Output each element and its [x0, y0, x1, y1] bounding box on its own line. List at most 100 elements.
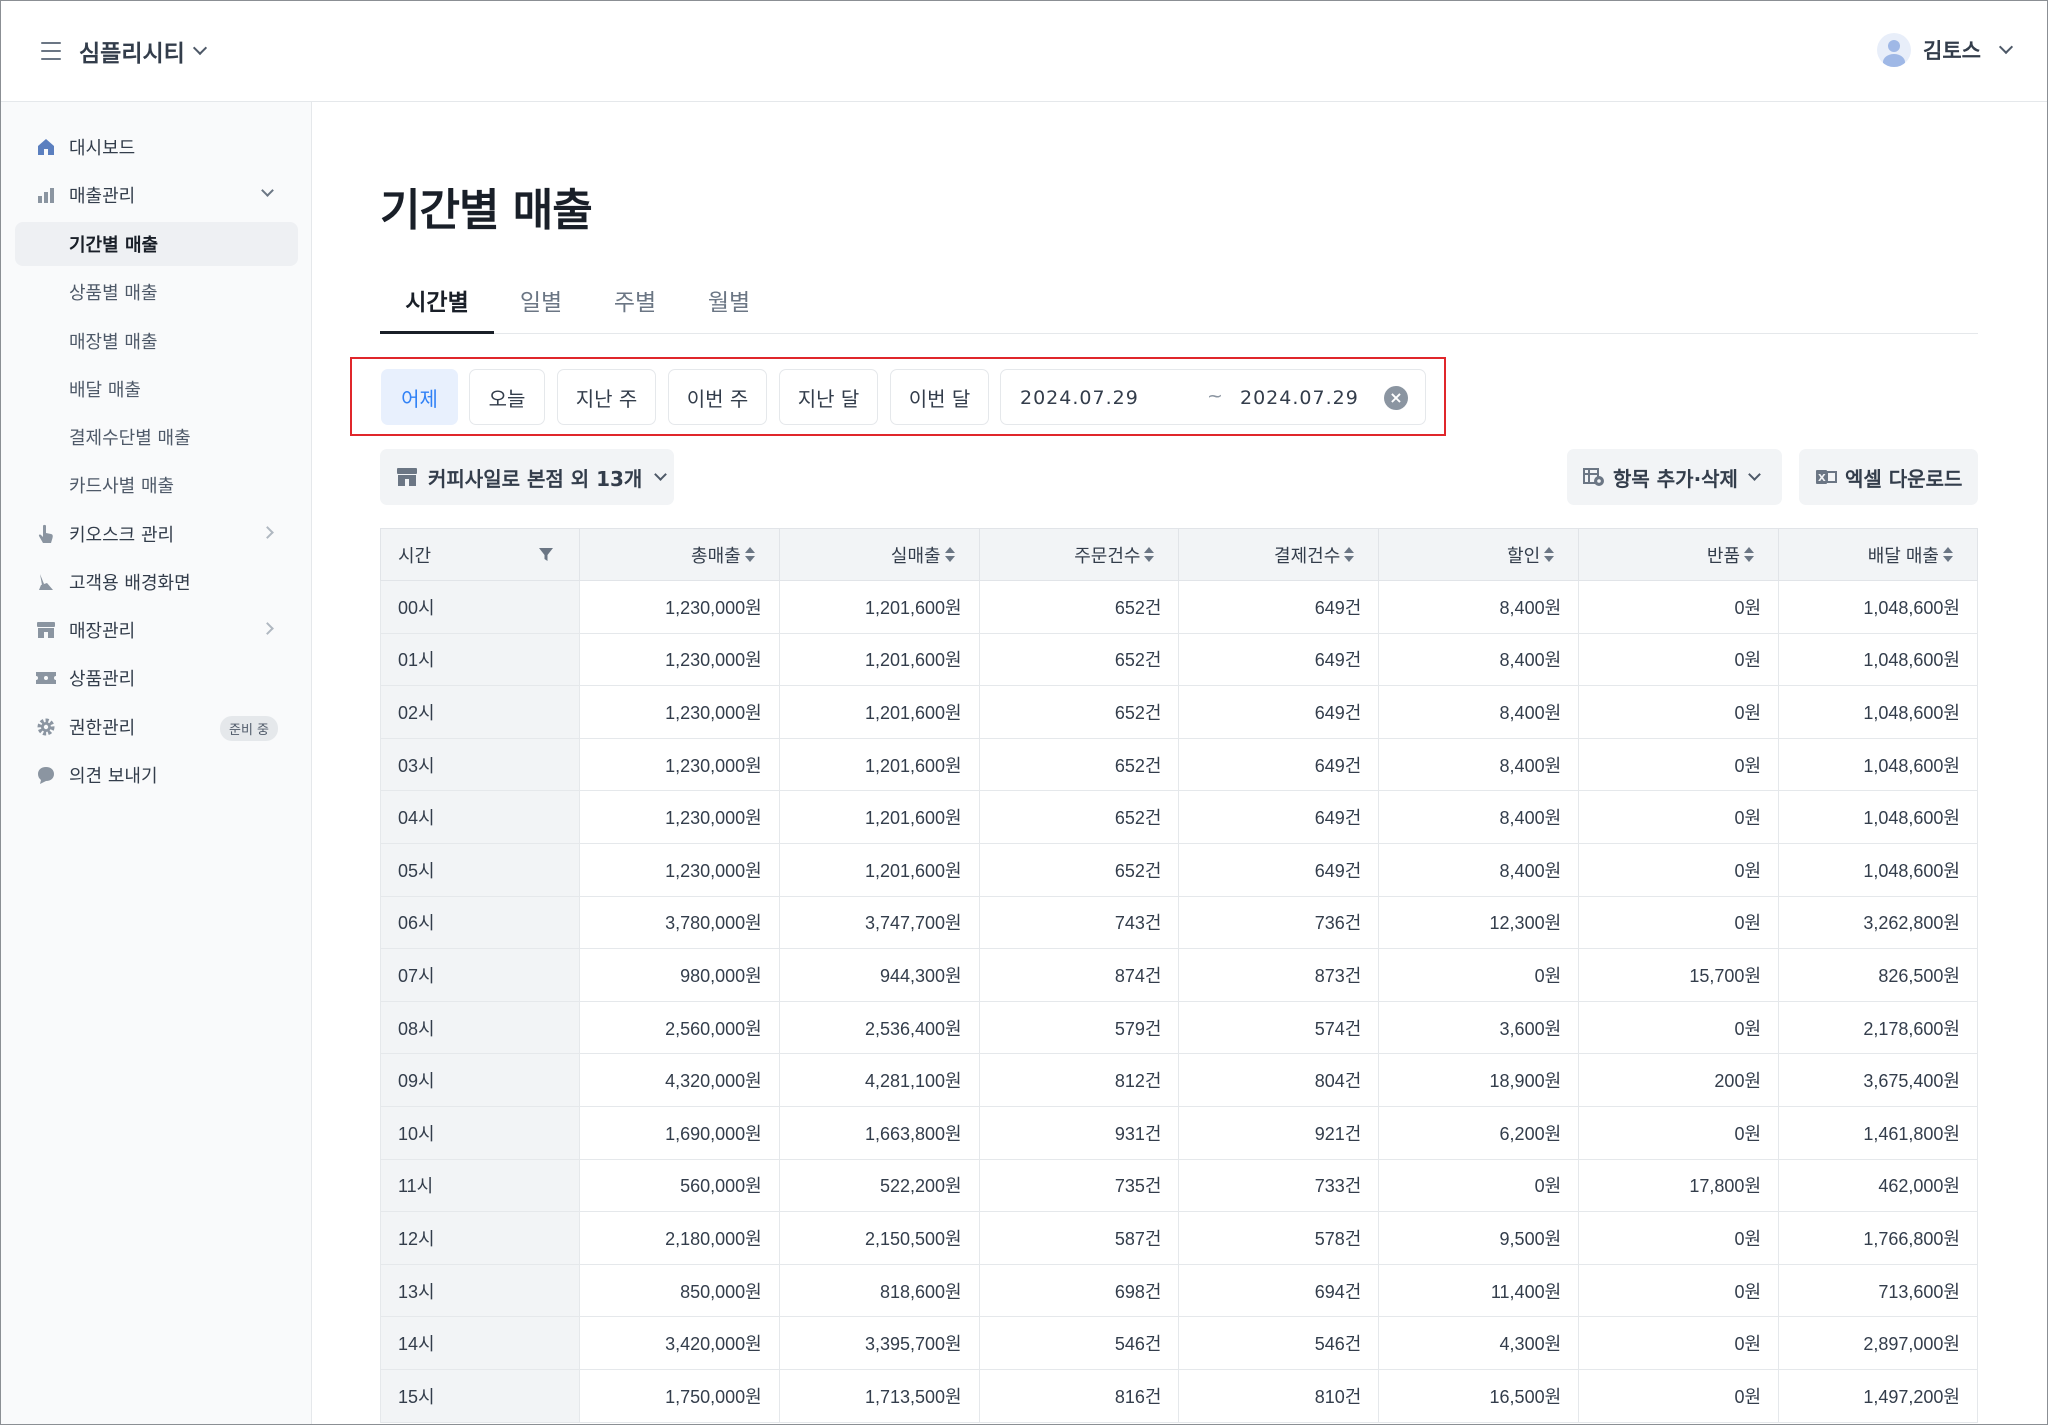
payments-cell: 546건 — [1178, 1316, 1380, 1370]
store-icon — [396, 467, 418, 487]
total-sales-cell: 1,230,000원 — [578, 737, 780, 792]
sidebar-item-label: 카드사별 매출 — [69, 476, 175, 497]
brush-icon — [35, 571, 57, 593]
returns-cell: 0원 — [1578, 685, 1780, 739]
orders-cell: 652건 — [978, 632, 1180, 687]
returns-cell: 200원 — [1578, 1053, 1780, 1107]
date-from[interactable]: 2024.07.29 — [1020, 387, 1139, 409]
payments-cell: 733건 — [1178, 1158, 1380, 1213]
returns-cell: 15,700원 — [1578, 948, 1780, 1002]
sort-icon[interactable] — [1744, 547, 1755, 563]
discount-cell: 3,600원 — [1378, 1000, 1580, 1055]
column-header-net-sales[interactable]: 실매출 — [778, 528, 980, 581]
total-sales-cell: 850,000원 — [578, 1263, 780, 1318]
time-cell: 01시 — [380, 632, 580, 687]
sort-icon[interactable] — [1943, 547, 1953, 563]
store-switcher[interactable]: 심플리시티 — [79, 34, 207, 68]
time-cell: 05시 — [380, 842, 580, 897]
sort-icon[interactable] — [1344, 547, 1355, 563]
discount-cell: 8,400원 — [1378, 737, 1580, 792]
orders-cell: 652건 — [978, 737, 1180, 792]
quick-filter-this-month[interactable]: 이번 달 — [890, 369, 989, 425]
quick-filter-this-week[interactable]: 이번 주 — [668, 369, 767, 425]
excel-download-button[interactable]: X 엑셀 다운로드 — [1799, 449, 1978, 505]
net-sales-cell: 3,395,700원 — [778, 1316, 980, 1370]
discount-cell: 8,400원 — [1378, 790, 1580, 844]
sidebar-item-payment-sales[interactable]: 결제수단별 매출 — [15, 415, 298, 459]
sidebar-item-label: 고객용 배경화면 — [69, 573, 191, 594]
tab-daily[interactable]: 일별 — [506, 276, 576, 334]
sort-icon[interactable] — [944, 547, 955, 563]
sidebar-item-store-sales[interactable]: 매장별 매출 — [15, 319, 298, 363]
app-title: 심플리시티 — [79, 41, 185, 67]
sidebar-item-label: 결제수단별 매출 — [69, 428, 191, 449]
sidebar-item-sales[interactable]: 매출관리 — [15, 173, 298, 217]
payments-cell: 694건 — [1178, 1263, 1380, 1318]
sidebar-item-kiosk[interactable]: 키오스크 관리 — [15, 512, 298, 556]
payments-cell: 578건 — [1178, 1211, 1380, 1265]
payments-cell: 574건 — [1178, 1000, 1380, 1055]
delivery-sales-cell: 3,675,400원 — [1778, 1053, 1978, 1107]
sidebar-item-period-sales[interactable]: 기간별 매출 — [15, 222, 298, 266]
sort-icon[interactable] — [1544, 547, 1555, 563]
quick-filter-today[interactable]: 오늘 — [469, 369, 545, 425]
quick-filter-last-week[interactable]: 지난 주 — [557, 369, 656, 425]
chevron-down-icon — [192, 40, 207, 56]
net-sales-cell: 4,281,100원 — [778, 1053, 980, 1107]
orders-cell: 546건 — [978, 1316, 1180, 1370]
tab-hourly[interactable]: 시간별 — [380, 276, 494, 334]
column-header-payments[interactable]: 결제건수 — [1178, 528, 1380, 581]
orders-cell: 812건 — [978, 1053, 1180, 1107]
chevron-down-icon — [654, 467, 668, 481]
discount-cell: 0원 — [1378, 948, 1580, 1002]
sidebar-item-product-management[interactable]: 상품관리 — [15, 656, 298, 700]
column-header-discount[interactable]: 할인 — [1378, 528, 1580, 581]
quick-filter-last-month[interactable]: 지난 달 — [779, 369, 878, 425]
sidebar-item-feedback[interactable]: 의견 보내기 — [15, 753, 298, 797]
user-menu[interactable]: 김토스 — [1877, 33, 2014, 67]
speech-bubble-icon — [35, 764, 57, 786]
table-row: 09시 4,320,000원 4,281,100원 812건 804건 18,900원 20… — [380, 1053, 1978, 1107]
sidebar-item-store-management[interactable]: 매장관리 — [15, 608, 298, 652]
column-header-label: 실매출 — [890, 545, 941, 566]
column-header-delivery-sales[interactable]: 배달 매출 — [1778, 528, 1978, 581]
delivery-sales-cell: 2,897,000원 — [1778, 1316, 1978, 1370]
store-select[interactable]: 커피사일로 본점 외 13개 — [380, 449, 674, 505]
sidebar-item-label: 배달 매출 — [69, 380, 141, 401]
pointer-hand-icon — [35, 523, 57, 545]
returns-cell: 0원 — [1578, 895, 1780, 950]
total-sales-cell: 4,320,000원 — [578, 1053, 780, 1107]
orders-cell: 587건 — [978, 1211, 1180, 1265]
sort-icon[interactable] — [744, 547, 755, 563]
top-header: 심플리시티 김토스 — [1, 1, 2047, 102]
sort-icon[interactable] — [1144, 547, 1155, 563]
sidebar-item-permissions[interactable]: 권한관리 준비 중 — [15, 705, 298, 749]
column-header-total-sales[interactable]: 총매출 — [578, 528, 780, 581]
total-sales-cell: 2,180,000원 — [578, 1211, 780, 1265]
sidebar-item-dashboard[interactable]: 대시보드 — [15, 125, 298, 169]
returns-cell: 0원 — [1578, 790, 1780, 844]
filter-icon[interactable] — [538, 548, 553, 562]
sidebar-item-customer-wallpaper[interactable]: 고객용 배경화면 — [15, 560, 298, 604]
delivery-sales-cell: 1,497,200원 — [1778, 1368, 1978, 1423]
discount-cell: 12,300원 — [1378, 895, 1580, 950]
quick-filter-yesterday[interactable]: 어제 — [381, 369, 458, 425]
date-to[interactable]: 2024.07.29 — [1240, 387, 1359, 409]
net-sales-cell: 1,713,500원 — [778, 1368, 980, 1423]
sidebar-item-label: 매장별 매출 — [69, 332, 158, 353]
columns-edit-button[interactable]: 항목 추가·삭제 — [1567, 449, 1782, 505]
net-sales-cell: 1,663,800원 — [778, 1105, 980, 1160]
column-header-time[interactable]: 시간 — [380, 528, 580, 581]
sidebar-item-delivery-sales[interactable]: 배달 매출 — [15, 367, 298, 411]
column-header-returns[interactable]: 반품 — [1578, 528, 1780, 581]
clear-icon[interactable]: × — [1384, 386, 1408, 410]
sidebar-item-product-sales[interactable]: 상품별 매출 — [15, 270, 298, 314]
sidebar-item-card-sales[interactable]: 카드사별 매출 — [15, 463, 298, 507]
sidebar-item-label: 기간별 매출 — [69, 235, 159, 256]
tab-weekly[interactable]: 주별 — [600, 276, 670, 334]
time-cell: 11시 — [380, 1158, 580, 1213]
menu-icon[interactable] — [41, 42, 61, 60]
date-range-picker[interactable]: 2024.07.29 ~ 2024.07.29 × — [1000, 369, 1426, 425]
column-header-orders[interactable]: 주문건수 — [978, 528, 1180, 581]
tab-monthly[interactable]: 월별 — [694, 276, 764, 334]
